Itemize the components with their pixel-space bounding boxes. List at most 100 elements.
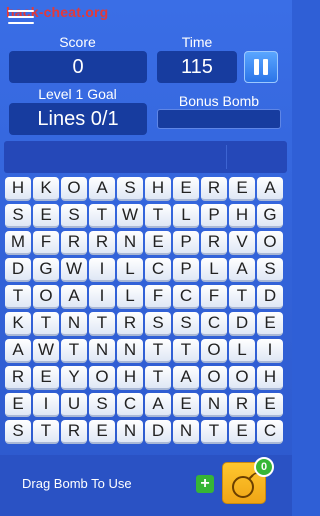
letter-tile[interactable]: I [89, 258, 115, 282]
letter-tile[interactable]: C [173, 285, 199, 309]
letter-tile[interactable]: O [89, 366, 115, 390]
letter-tile[interactable]: F [145, 285, 171, 309]
pause-button[interactable] [244, 51, 278, 83]
letter-tile[interactable]: P [173, 258, 199, 282]
letter-tile[interactable]: C [257, 420, 283, 444]
letter-tile[interactable]: C [145, 258, 171, 282]
letter-tile[interactable]: T [61, 339, 87, 363]
letter-tile[interactable]: S [117, 177, 143, 201]
letter-tile[interactable]: E [257, 393, 283, 417]
letter-tile[interactable]: R [61, 420, 87, 444]
letter-tile[interactable]: L [117, 258, 143, 282]
letter-tile[interactable]: C [117, 393, 143, 417]
letter-tile[interactable]: E [173, 177, 199, 201]
letter-tile[interactable]: R [5, 366, 31, 390]
letter-tile[interactable]: O [257, 231, 283, 255]
letter-tile[interactable]: A [145, 393, 171, 417]
letter-tile[interactable]: T [89, 312, 115, 336]
letter-tile[interactable]: R [61, 231, 87, 255]
letter-tile[interactable]: R [201, 231, 227, 255]
letter-tile[interactable]: O [201, 366, 227, 390]
letter-tile[interactable]: H [257, 366, 283, 390]
letter-tile[interactable]: L [117, 285, 143, 309]
letter-tile[interactable]: U [61, 393, 87, 417]
letter-tile[interactable]: A [5, 339, 31, 363]
letter-tile[interactable]: S [173, 312, 199, 336]
letter-tile[interactable]: S [89, 393, 115, 417]
letter-tile[interactable]: T [201, 420, 227, 444]
letter-tile[interactable]: E [229, 420, 255, 444]
letter-tile[interactable]: V [229, 231, 255, 255]
letter-tile[interactable]: R [117, 312, 143, 336]
letter-tile[interactable]: T [173, 339, 199, 363]
letter-tile[interactable]: H [5, 177, 31, 201]
letter-tile[interactable]: P [173, 231, 199, 255]
letter-tile[interactable]: G [33, 258, 59, 282]
letter-tile[interactable]: A [229, 258, 255, 282]
letter-tile[interactable]: N [173, 420, 199, 444]
letter-tile[interactable]: A [257, 177, 283, 201]
letter-tile[interactable]: M [5, 231, 31, 255]
letter-tile[interactable]: T [89, 204, 115, 228]
letter-tile[interactable]: I [33, 393, 59, 417]
letter-tile[interactable]: T [145, 339, 171, 363]
letter-tile[interactable]: T [145, 204, 171, 228]
letter-tile[interactable]: R [89, 231, 115, 255]
letter-tile[interactable]: P [201, 204, 227, 228]
letter-tile[interactable]: O [33, 285, 59, 309]
letter-tile[interactable]: E [33, 366, 59, 390]
letter-tile[interactable]: D [5, 258, 31, 282]
letter-tile[interactable]: S [257, 258, 283, 282]
letter-tile[interactable]: T [33, 312, 59, 336]
letter-tile[interactable]: I [257, 339, 283, 363]
letter-tile[interactable]: O [61, 177, 87, 201]
letter-tile[interactable]: D [229, 312, 255, 336]
letter-tile[interactable]: S [5, 204, 31, 228]
menu-icon[interactable] [8, 10, 34, 26]
letter-tile[interactable]: W [61, 258, 87, 282]
letter-tile[interactable]: T [5, 285, 31, 309]
letter-tile[interactable]: E [257, 312, 283, 336]
letter-tile[interactable]: N [61, 312, 87, 336]
letter-tile[interactable]: T [145, 366, 171, 390]
letter-tile[interactable]: Y [61, 366, 87, 390]
letter-tile[interactable]: H [229, 204, 255, 228]
letter-tile[interactable]: T [229, 285, 255, 309]
letter-tile[interactable]: H [145, 177, 171, 201]
letter-tile[interactable]: E [5, 393, 31, 417]
letter-tile[interactable]: F [33, 231, 59, 255]
letter-tile[interactable]: C [201, 312, 227, 336]
letter-tile[interactable]: K [33, 177, 59, 201]
letter-tile[interactable]: R [201, 177, 227, 201]
letter-tile[interactable]: F [201, 285, 227, 309]
letter-tile[interactable]: O [229, 366, 255, 390]
letter-tile[interactable]: E [229, 177, 255, 201]
letter-tile[interactable]: N [201, 393, 227, 417]
letter-tile[interactable]: L [229, 339, 255, 363]
letter-tile[interactable]: D [145, 420, 171, 444]
letter-tile[interactable]: W [33, 339, 59, 363]
letter-tile[interactable]: W [117, 204, 143, 228]
letter-tile[interactable]: R [229, 393, 255, 417]
letter-tile[interactable]: S [145, 312, 171, 336]
letter-tile[interactable]: E [173, 393, 199, 417]
letter-tile[interactable]: N [117, 420, 143, 444]
letter-tile[interactable]: L [173, 204, 199, 228]
letter-tile[interactable]: D [257, 285, 283, 309]
letter-tile[interactable]: O [201, 339, 227, 363]
letter-tile[interactable]: N [117, 339, 143, 363]
letter-tile[interactable]: S [5, 420, 31, 444]
letter-grid[interactable]: HKOASHEREASESTWTLPHGMFRRNEPRVODGWILCPLAS… [5, 177, 287, 444]
letter-tile[interactable]: K [5, 312, 31, 336]
add-bomb-button[interactable]: + [196, 475, 214, 493]
letter-tile[interactable]: H [117, 366, 143, 390]
letter-tile[interactable]: T [33, 420, 59, 444]
letter-tile[interactable]: N [117, 231, 143, 255]
letter-tile[interactable]: A [173, 366, 199, 390]
letter-tile[interactable]: A [89, 177, 115, 201]
letter-tile[interactable]: N [89, 339, 115, 363]
letter-tile[interactable]: E [145, 231, 171, 255]
letter-tile[interactable]: E [33, 204, 59, 228]
letter-tile[interactable]: E [89, 420, 115, 444]
letter-tile[interactable]: A [61, 285, 87, 309]
